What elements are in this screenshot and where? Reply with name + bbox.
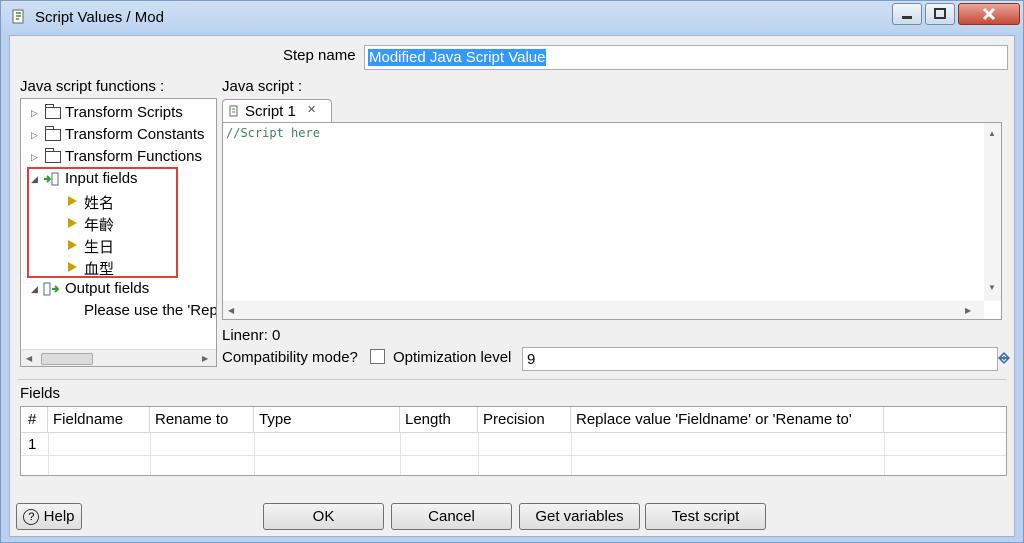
scroll-left-icon[interactable]: ◀ bbox=[228, 306, 234, 315]
script-code: //Script here bbox=[226, 126, 320, 140]
fields-table[interactable]: # Fieldname Rename to Type Length Precis… bbox=[20, 406, 1007, 476]
script-app-icon bbox=[12, 9, 24, 24]
horizontal-scrollbar[interactable]: ◀ ▶ bbox=[21, 349, 216, 366]
maximize-button[interactable] bbox=[925, 3, 955, 25]
dialog-body: Step name Modified Java Script Value Jav… bbox=[9, 35, 1015, 537]
minimize-icon bbox=[902, 16, 912, 19]
tab-label: Script 1 bbox=[245, 103, 296, 120]
highlight-box bbox=[27, 167, 178, 278]
tree-item-label: Output fields bbox=[65, 280, 150, 297]
get-variables-button[interactable]: Get variables bbox=[519, 503, 640, 530]
optimization-value: 9 bbox=[527, 351, 536, 368]
step-name-label: Step name bbox=[283, 47, 356, 64]
java-script-label: Java script : bbox=[222, 78, 303, 95]
close-button[interactable] bbox=[958, 3, 1020, 25]
script-tabs: Script 1 ✕ bbox=[222, 99, 1002, 123]
ok-button[interactable]: OK bbox=[263, 503, 384, 530]
expand-arrow-icon[interactable]: ▷ bbox=[31, 130, 38, 141]
expand-arrow-icon[interactable]: ▷ bbox=[31, 108, 38, 119]
table-row[interactable]: 1 bbox=[21, 433, 1006, 455]
step-name-input[interactable]: Modified Java Script Value bbox=[364, 45, 1008, 70]
compat-checkbox[interactable] bbox=[370, 349, 385, 364]
separator bbox=[18, 379, 1006, 380]
test-script-button[interactable]: Test script bbox=[645, 503, 766, 530]
tree-item-label: Transform Functions bbox=[65, 148, 202, 165]
maximize-icon bbox=[934, 8, 946, 19]
scroll-up-icon[interactable]: ▲ bbox=[988, 129, 996, 138]
tree-item-label: Transform Scripts bbox=[65, 104, 183, 121]
scroll-right-icon[interactable]: ▶ bbox=[202, 354, 208, 363]
column-header-precision[interactable]: Precision bbox=[478, 407, 571, 433]
column-header-rename[interactable]: Rename to bbox=[150, 407, 254, 433]
tree-item-label: Transform Constants bbox=[65, 126, 205, 143]
column-header-type[interactable]: Type bbox=[254, 407, 400, 433]
step-name-value: Modified Java Script Value bbox=[368, 49, 547, 66]
fields-label: Fields bbox=[20, 385, 61, 402]
scroll-left-icon[interactable]: ◀ bbox=[26, 354, 32, 363]
help-button[interactable]: ? Help bbox=[16, 503, 82, 530]
help-icon: ? bbox=[23, 509, 40, 526]
column-header-fieldname[interactable]: Fieldname bbox=[48, 407, 150, 433]
vertical-scrollbar[interactable]: ▲ ▼ bbox=[984, 123, 1001, 301]
horizontal-scrollbar[interactable]: ◀ ▶ bbox=[223, 301, 984, 319]
minimize-button[interactable] bbox=[892, 3, 922, 25]
functions-label: Java script functions : bbox=[20, 78, 165, 95]
column-header-replace[interactable]: Replace value 'Fieldname' or 'Rename to' bbox=[571, 407, 884, 433]
folder-icon bbox=[45, 126, 61, 141]
optimization-input[interactable]: 9 bbox=[522, 347, 998, 371]
output-fields-icon bbox=[43, 282, 60, 296]
folder-icon bbox=[45, 104, 61, 119]
expand-arrow-icon[interactable]: ▷ bbox=[31, 152, 38, 163]
title-bar: Script Values / Mod bbox=[1, 1, 1023, 35]
collapse-arrow-icon[interactable]: ◢ bbox=[31, 284, 38, 295]
folder-icon bbox=[45, 148, 61, 163]
tree-item-label: Please use the 'Rep bbox=[84, 302, 217, 319]
column-header-num[interactable]: # bbox=[21, 407, 48, 433]
column-header-empty bbox=[884, 407, 1006, 433]
script-editor[interactable]: //Script here ▲ ▼ ◀ ▶ bbox=[222, 122, 1002, 320]
script-icon bbox=[229, 105, 238, 117]
compat-label: Compatibility mode? bbox=[222, 349, 358, 366]
scroll-down-icon[interactable]: ▼ bbox=[988, 283, 996, 292]
scroll-thumb[interactable] bbox=[41, 353, 93, 365]
scroll-right-icon[interactable]: ▶ bbox=[965, 306, 971, 315]
grid-line bbox=[21, 455, 1006, 456]
dialog-window: Script Values / Mod Step name Modified J… bbox=[0, 0, 1024, 543]
optimization-label: Optimization level bbox=[393, 349, 512, 366]
row-number: 1 bbox=[28, 436, 37, 453]
cancel-button[interactable]: Cancel bbox=[391, 503, 512, 530]
linenr-label: Linenr: 0 bbox=[222, 327, 281, 344]
variable-diamond-icon[interactable] bbox=[997, 351, 1011, 365]
tab-script-1[interactable]: Script 1 ✕ bbox=[222, 99, 332, 123]
tab-close-icon[interactable]: ✕ bbox=[307, 103, 316, 116]
column-header-length[interactable]: Length bbox=[400, 407, 478, 433]
window-title: Script Values / Mod bbox=[35, 9, 164, 26]
close-icon bbox=[982, 7, 996, 21]
help-button-label: Help bbox=[43, 508, 75, 525]
